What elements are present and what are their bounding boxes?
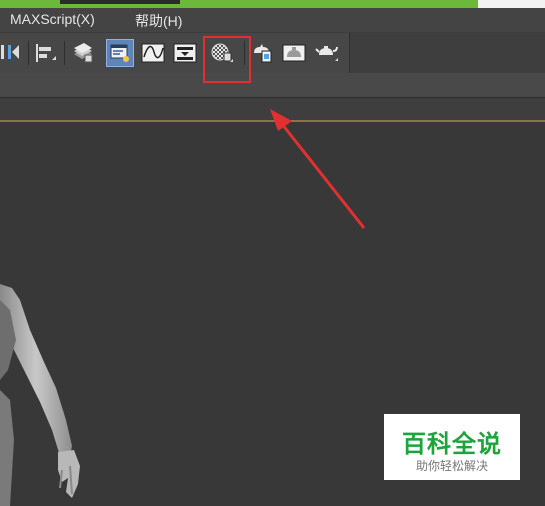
character-model [0, 284, 80, 506]
schematic-view-icon[interactable] [171, 39, 199, 67]
window-controls-area [478, 0, 545, 8]
watermark-badge: 百科全说 助你轻松解决 [384, 414, 520, 480]
curve-editor-icon[interactable] [139, 39, 167, 67]
menu-bar: MAXScript(X) 帮助(H) [0, 8, 545, 32]
toolbar-separator [28, 41, 29, 65]
render-setup-icon[interactable] [249, 39, 277, 67]
toolbar-separator [64, 41, 65, 65]
watermark-title: 百科全说 [402, 431, 502, 458]
scene-explorer-icon[interactable] [106, 39, 134, 67]
align-left-icon[interactable] [32, 39, 60, 67]
menu-help[interactable]: 帮助(H) [135, 11, 182, 31]
main-toolbar [0, 32, 545, 73]
title-bar-fragment [60, 0, 180, 4]
toolbar-empty-area [349, 33, 545, 73]
align-icon[interactable] [0, 39, 26, 67]
material-editor-highlight-box [203, 36, 251, 83]
layer-manager-icon[interactable] [69, 39, 97, 67]
rendered-frame-window-icon[interactable] [280, 39, 308, 67]
menu-maxscript[interactable]: MAXScript(X) [10, 11, 95, 27]
ribbon-bar [0, 73, 545, 98]
title-bar-strip [0, 0, 545, 8]
ribbon-gap [0, 98, 545, 120]
watermark-subtitle: 助你轻松解决 [415, 459, 488, 473]
render-production-icon[interactable] [313, 39, 341, 67]
